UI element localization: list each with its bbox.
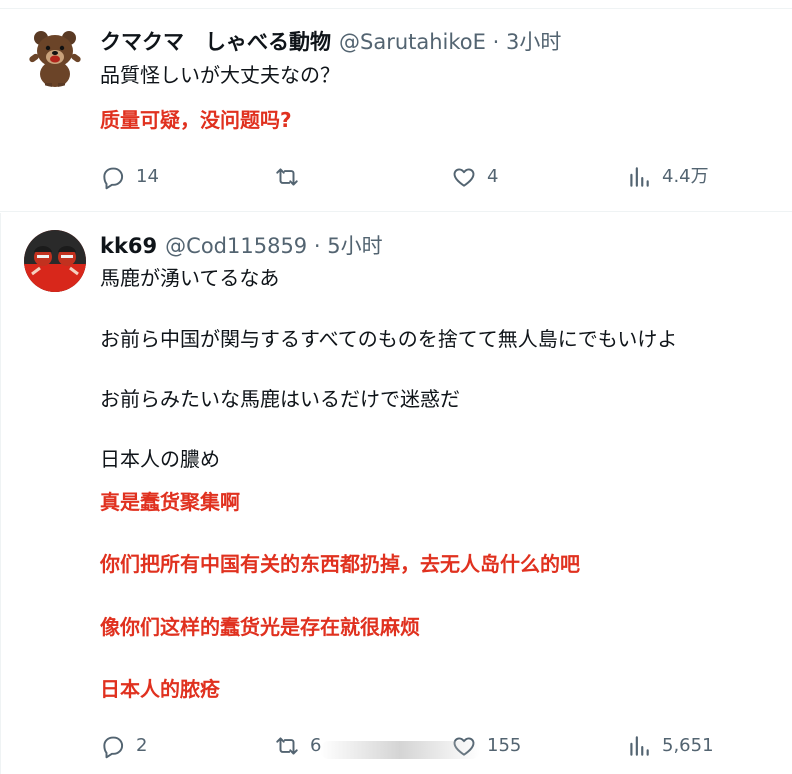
retweet-button[interactable]: 6 [274,733,321,759]
watermark-blur [320,741,480,759]
avatar[interactable] [24,230,86,292]
thread-border [0,213,1,774]
views-count: 5,651 [662,735,714,756]
translation-text: 你们把所有中国有关的东西都扔掉，去无人岛什么的吧 [100,552,580,576]
people-avatar-icon [24,230,86,292]
translation-text: 质量可疑，没问题吗? [100,108,292,132]
reply-button[interactable]: 14 [100,164,159,190]
retweet-icon [276,737,298,755]
display-name[interactable]: クマクマ しゃべる動物 [100,30,331,54]
separator-dot: · [492,30,500,54]
handle[interactable]: @Cod115859 [165,234,307,258]
heart-icon [453,168,475,187]
views-button[interactable]: 4.4万 [626,164,709,190]
reply-icon [103,167,124,190]
views-icon [630,736,649,756]
reply-count: 2 [136,735,148,756]
bear-avatar-icon [24,25,86,87]
views-button[interactable]: 5,651 [626,733,714,759]
retweet-button[interactable] [274,164,310,190]
tweet-header: クマクマ しゃべる動物 @SarutahikoE · 3小时 [100,29,561,55]
translation-text: 日本人的脓疮 [100,677,220,701]
timestamp[interactable]: 5小时 [327,234,382,258]
reply-icon [103,736,124,759]
tweet-text-line: お前ら中国が関与するすべてのものを捨てて無人島にでもいけよ [100,327,678,351]
tweet[interactable]: kk69 @Cod115859 · 5小时 馬鹿が湧いてるなあ お前ら中国が関与す… [0,213,792,774]
timestamp[interactable]: 3小时 [506,30,561,54]
translation-text: 真是蠢货聚集啊 [100,490,240,514]
views-count: 4.4万 [662,166,709,187]
tweet-text-line: お前らみたいな馬鹿はいるだけで迷惑だ [100,387,460,411]
handle[interactable]: @SarutahikoE [339,30,486,54]
like-button[interactable]: 4 [451,164,498,190]
tweet-text-line: 馬鹿が湧いてるなあ [100,266,280,290]
tweet-text: 品質怪しいが大丈夫なの？ [100,63,340,87]
action-bar: 14 4 4.4万 [0,164,792,198]
views-icon [630,167,649,187]
translation-text: 像你们这样的蠢货光是存在就很麻烦 [100,615,420,639]
like-count: 4 [487,166,499,187]
reply-button[interactable]: 2 [100,733,147,759]
tweet-divider [0,211,792,212]
display-name[interactable]: kk69 [100,234,157,258]
tweet[interactable]: クマクマ しゃべる動物 @SarutahikoE · 3小时 品質怪しいが大丈夫な… [0,9,792,211]
separator-dot: · [313,234,321,258]
reply-count: 14 [136,166,159,187]
tweet-text-line: 日本人の膿め [100,447,220,471]
retweet-icon [276,168,298,186]
avatar[interactable] [24,25,86,87]
tweet-header: kk69 @Cod115859 · 5小时 [100,233,383,259]
like-count: 155 [487,735,522,756]
